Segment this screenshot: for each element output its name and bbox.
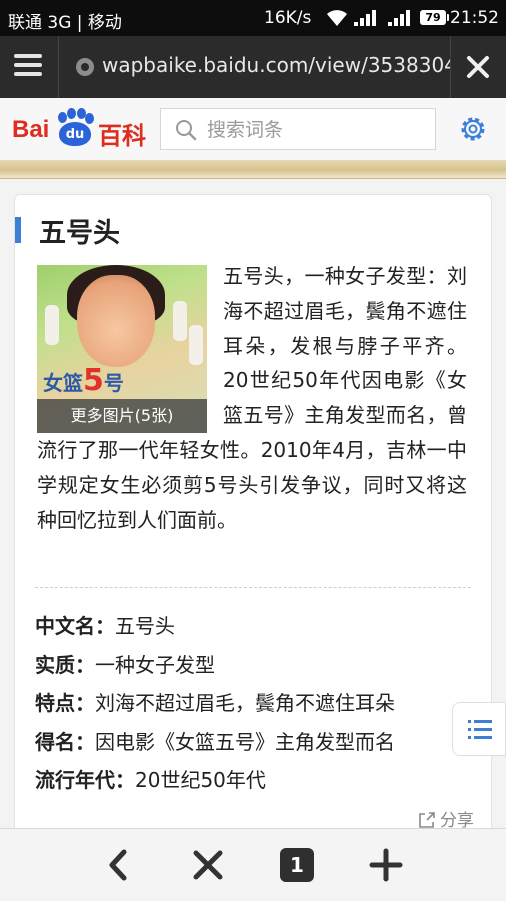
list-icon [468, 720, 492, 739]
article-image[interactable]: 女篮5号 更多图片(5张) [37, 265, 207, 433]
header-decoration [0, 160, 506, 179]
stop-icon[interactable] [190, 847, 226, 883]
signal-icon [354, 10, 376, 26]
divider [450, 36, 451, 98]
tabs-button[interactable]: 1 [280, 848, 314, 882]
close-icon[interactable] [466, 55, 490, 79]
info-box: 中文名：五号头 实质：一种女子发型 特点：刘海不超过眉毛，鬓角不遮住耳朵 得名：… [35, 607, 475, 800]
search-input[interactable] [205, 114, 429, 146]
article-card: 五号头 五号头，一种女子发型：刘海不超过眉毛，鬓角不遮住耳朵，发根与脖子平齐。2… [14, 194, 492, 900]
site-header: Bai du 百科 [0, 98, 506, 160]
browser-toolbar: wapbaike.baidu.com/view/3538304.htm [0, 36, 506, 98]
poster-title: 女篮5号 [43, 363, 124, 398]
paw-icon: du [56, 108, 94, 148]
network-speed: 16K/s [264, 8, 312, 28]
search-icon [176, 120, 197, 141]
bottom-toolbar: 1 [0, 828, 506, 901]
logo-text-du: du [59, 122, 91, 146]
signal-icon-2 [388, 10, 410, 26]
logo-text-bai: Bai [12, 116, 50, 143]
wifi-icon [327, 10, 347, 26]
fact-feature: 特点：刘海不超过眉毛，鬓角不遮住耳朵 [35, 691, 395, 715]
logo-text-baike: 百科 [98, 122, 146, 150]
status-bar: 联通 3G | 移动 16K/s 79 21:52 [0, 0, 506, 36]
battery-icon: 79 [420, 10, 449, 25]
fact-chinese-name: 中文名：五号头 [35, 614, 175, 638]
url-field[interactable]: wapbaike.baidu.com/view/3538304.htm [102, 53, 450, 77]
back-icon[interactable] [100, 847, 136, 883]
title-accent-bar [15, 217, 21, 243]
carrier-text: 联通 3G | 移动 [8, 13, 122, 33]
page-loading-icon [76, 58, 94, 76]
fact-essence: 实质：一种女子发型 [35, 652, 215, 677]
table-of-contents-button[interactable] [452, 702, 506, 756]
divider [58, 36, 59, 98]
fact-name-origin: 得名：因电影《女篮五号》主角发型而名 [35, 729, 395, 754]
search-box[interactable] [160, 108, 436, 150]
gear-icon[interactable] [458, 114, 488, 144]
baidu-baike-logo[interactable]: Bai du 百科 [12, 106, 147, 152]
menu-icon[interactable] [14, 54, 42, 80]
share-icon [419, 812, 435, 828]
more-images-button[interactable]: 更多图片(5张) [37, 399, 207, 433]
new-tab-icon[interactable] [368, 847, 404, 883]
fact-popular-era: 流行年代：20世纪50年代 [35, 768, 266, 792]
page-title: 五号头 [39, 218, 120, 249]
section-divider [35, 587, 471, 588]
clock: 21:52 [450, 8, 499, 28]
